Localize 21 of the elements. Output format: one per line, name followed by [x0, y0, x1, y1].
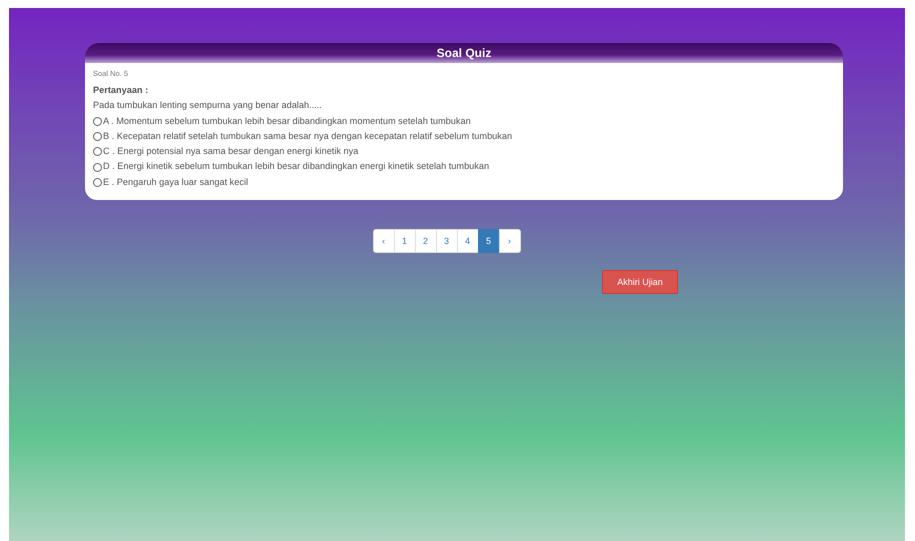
answer-option[interactable]: E . Pengaruh gaya luar sangat kecil [103, 174, 248, 190]
page-button[interactable]: 2 [414, 229, 436, 254]
next-page-button[interactable]: › [498, 229, 520, 254]
answer-option[interactable]: B . Kecepatan relatif setelah tumbukan sama besar nya dengan kecepatan relatif sebelum tumbukan [103, 128, 512, 144]
page-button[interactable]: 1 [394, 229, 416, 254]
radio-button[interactable] [93, 116, 102, 126]
answer-option[interactable]: A . Momentum sebelum tumbukan lebih besar dibandingkan momentum setelah tumbukan [103, 114, 471, 129]
radio-button[interactable] [93, 132, 102, 142]
page-button[interactable]: 4 [456, 229, 478, 254]
radio-button[interactable] [93, 178, 102, 187]
answer-option[interactable]: D . Energi kinetik sebelum tumbukan lebih besar dibandingkan energi kinetik setelah tumbukan [103, 159, 490, 175]
radio-button[interactable] [93, 147, 102, 156]
previous-page-button[interactable]: ‹ [372, 229, 394, 254]
question-label: Pertanyaan : [93, 84, 150, 97]
page-button[interactable]: 3 [436, 229, 458, 254]
radio-button[interactable] [93, 162, 102, 172]
panel-title: Soal Quiz [85, 43, 843, 63]
answer-option[interactable]: C . Energi potensial nya sama besar dengan energi kinetik nya [103, 144, 358, 160]
page-button[interactable]: 5 [478, 229, 500, 254]
question-text: Pada tumbukan lenting sempurna yang benar adalah..... [93, 99, 323, 112]
finish-exam-button[interactable]: Akhiri Ujian [602, 270, 678, 294]
